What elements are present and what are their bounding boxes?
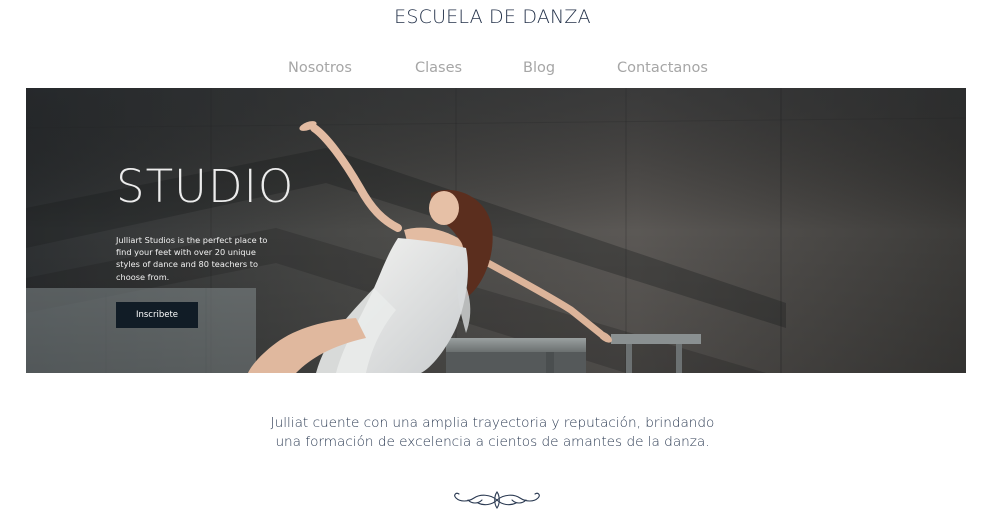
main-nav: Nosotros Clases Blog Contactanos bbox=[0, 60, 985, 80]
inscribete-button[interactable]: Inscribete bbox=[116, 302, 198, 328]
page: ESCUELA DE DANZA Nosotros Clases Blog Co… bbox=[0, 0, 985, 520]
site-title[interactable]: ESCUELA DE DANZA bbox=[0, 6, 985, 28]
flourish-divider-icon bbox=[454, 491, 540, 509]
hero-banner: STUDIO Julliart Studios is the perfect p… bbox=[26, 88, 966, 373]
hero-heading: STUDIO bbox=[116, 160, 295, 213]
intro-paragraph: Julliat cuente con una amplia trayectori… bbox=[200, 414, 785, 452]
nav-item-blog[interactable]: Blog bbox=[523, 60, 555, 76]
nav-item-nosotros[interactable]: Nosotros bbox=[288, 60, 352, 76]
intro-line-2: una formación de excelencia a cientos de… bbox=[275, 434, 710, 450]
dancer-photo bbox=[26, 88, 966, 373]
nav-item-contactanos[interactable]: Contactanos bbox=[617, 60, 708, 76]
hero-description: Julliart Studios is the perfect place to… bbox=[116, 235, 268, 282]
nav-item-clases[interactable]: Clases bbox=[415, 60, 462, 76]
intro-line-1: Julliat cuente con una amplia trayectori… bbox=[270, 415, 715, 431]
